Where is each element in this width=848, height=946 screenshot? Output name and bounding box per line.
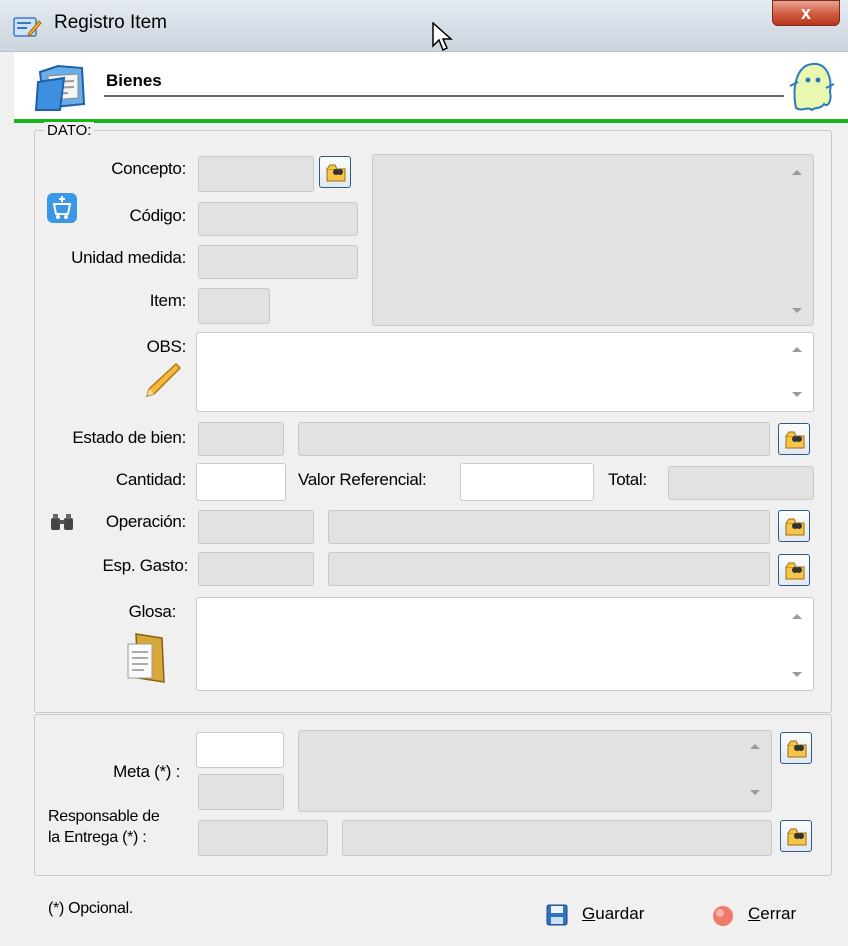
estado-bien-lookup-button[interactable]: [778, 423, 810, 455]
scroll-up-arrow[interactable]: [750, 744, 760, 749]
ghost-icon: [786, 58, 836, 119]
scroll-down-arrow[interactable]: [792, 308, 802, 313]
scroll-down-arrow[interactable]: [792, 392, 802, 397]
responsable-code-field[interactable]: [198, 820, 328, 856]
obs-textarea[interactable]: [196, 332, 814, 412]
add-to-cart-icon: [46, 192, 78, 229]
window-title: Registro Item: [54, 12, 167, 33]
valor-referencial-label: Valor Referencial:: [298, 470, 427, 489]
item-label: Item:: [149, 291, 187, 310]
concepto-field[interactable]: [198, 156, 314, 192]
save-button-label: Guardar: [582, 904, 645, 923]
obs-label: OBS:: [146, 337, 187, 356]
close-button[interactable]: Cerrar: [712, 902, 822, 932]
glosa-textarea[interactable]: [196, 597, 814, 691]
esp-gasto-lookup-button[interactable]: [778, 554, 810, 586]
operacion-desc-field[interactable]: [328, 510, 770, 544]
estado-bien-desc-field[interactable]: [298, 422, 770, 456]
estado-bien-label: Estado de bien:: [72, 428, 186, 447]
scroll-down-arrow[interactable]: [750, 790, 760, 795]
group-label: DATO:: [44, 122, 95, 139]
concepto-description-box[interactable]: [372, 154, 814, 326]
codigo-field[interactable]: [198, 202, 358, 236]
concepto-label: Concepto:: [111, 159, 186, 178]
red-circle-icon: [712, 905, 734, 932]
codigo-label: Código:: [129, 206, 187, 225]
responsable-desc-field[interactable]: [342, 820, 772, 856]
header-underline: [104, 95, 784, 97]
esp-gasto-label: Esp. Gasto:: [102, 556, 188, 575]
cantidad-label: Cantidad:: [115, 470, 186, 489]
floppy-disk-icon: [546, 904, 568, 931]
close-window-button[interactable]: x: [772, 0, 840, 26]
scroll-up-arrow[interactable]: [792, 614, 802, 619]
operacion-lookup-button[interactable]: [778, 510, 810, 542]
operacion-label: Operación:: [105, 512, 186, 531]
header-title: Bienes: [106, 71, 162, 90]
meta-code-input[interactable]: [196, 732, 284, 768]
concepto-lookup-button[interactable]: [319, 156, 351, 188]
folder-document-icon: [34, 58, 90, 119]
valor-referencial-input[interactable]: [460, 463, 594, 501]
meta-code2-field[interactable]: [198, 774, 284, 810]
total-label: Total:: [608, 470, 647, 489]
total-field[interactable]: [668, 466, 814, 500]
estado-bien-code-field[interactable]: [198, 422, 284, 456]
operacion-code-field[interactable]: [198, 510, 314, 544]
meta-lookup-button[interactable]: [780, 732, 812, 764]
responsable-lookup-button[interactable]: [780, 820, 812, 852]
esp-gasto-code-field[interactable]: [198, 552, 314, 586]
meta-description-box[interactable]: [298, 730, 772, 812]
unidad-medida-field[interactable]: [198, 245, 358, 279]
unidad-medida-label: Unidad medida:: [71, 248, 186, 267]
item-field[interactable]: [198, 288, 270, 324]
glosa-label: Glosa:: [128, 602, 177, 621]
scroll-down-arrow[interactable]: [792, 672, 802, 677]
binoculars-icon: [50, 512, 74, 537]
esp-gasto-desc-field[interactable]: [328, 552, 770, 586]
document-folder-icon: [122, 630, 174, 691]
cantidad-input[interactable]: [196, 463, 286, 501]
responsable-label-line2: la Entrega (*) :: [48, 829, 147, 846]
optional-note: (*) Opcional.: [48, 900, 134, 917]
edit-form-icon: [12, 14, 42, 40]
pencil-icon: [144, 360, 182, 403]
save-button[interactable]: Guardar: [546, 902, 666, 932]
scroll-up-arrow[interactable]: [792, 170, 802, 175]
scroll-up-arrow[interactable]: [792, 347, 802, 352]
meta-label: Meta (*) :: [113, 762, 180, 781]
close-button-label: Cerrar: [748, 904, 797, 923]
responsable-label-line1: Responsable de: [48, 808, 160, 825]
